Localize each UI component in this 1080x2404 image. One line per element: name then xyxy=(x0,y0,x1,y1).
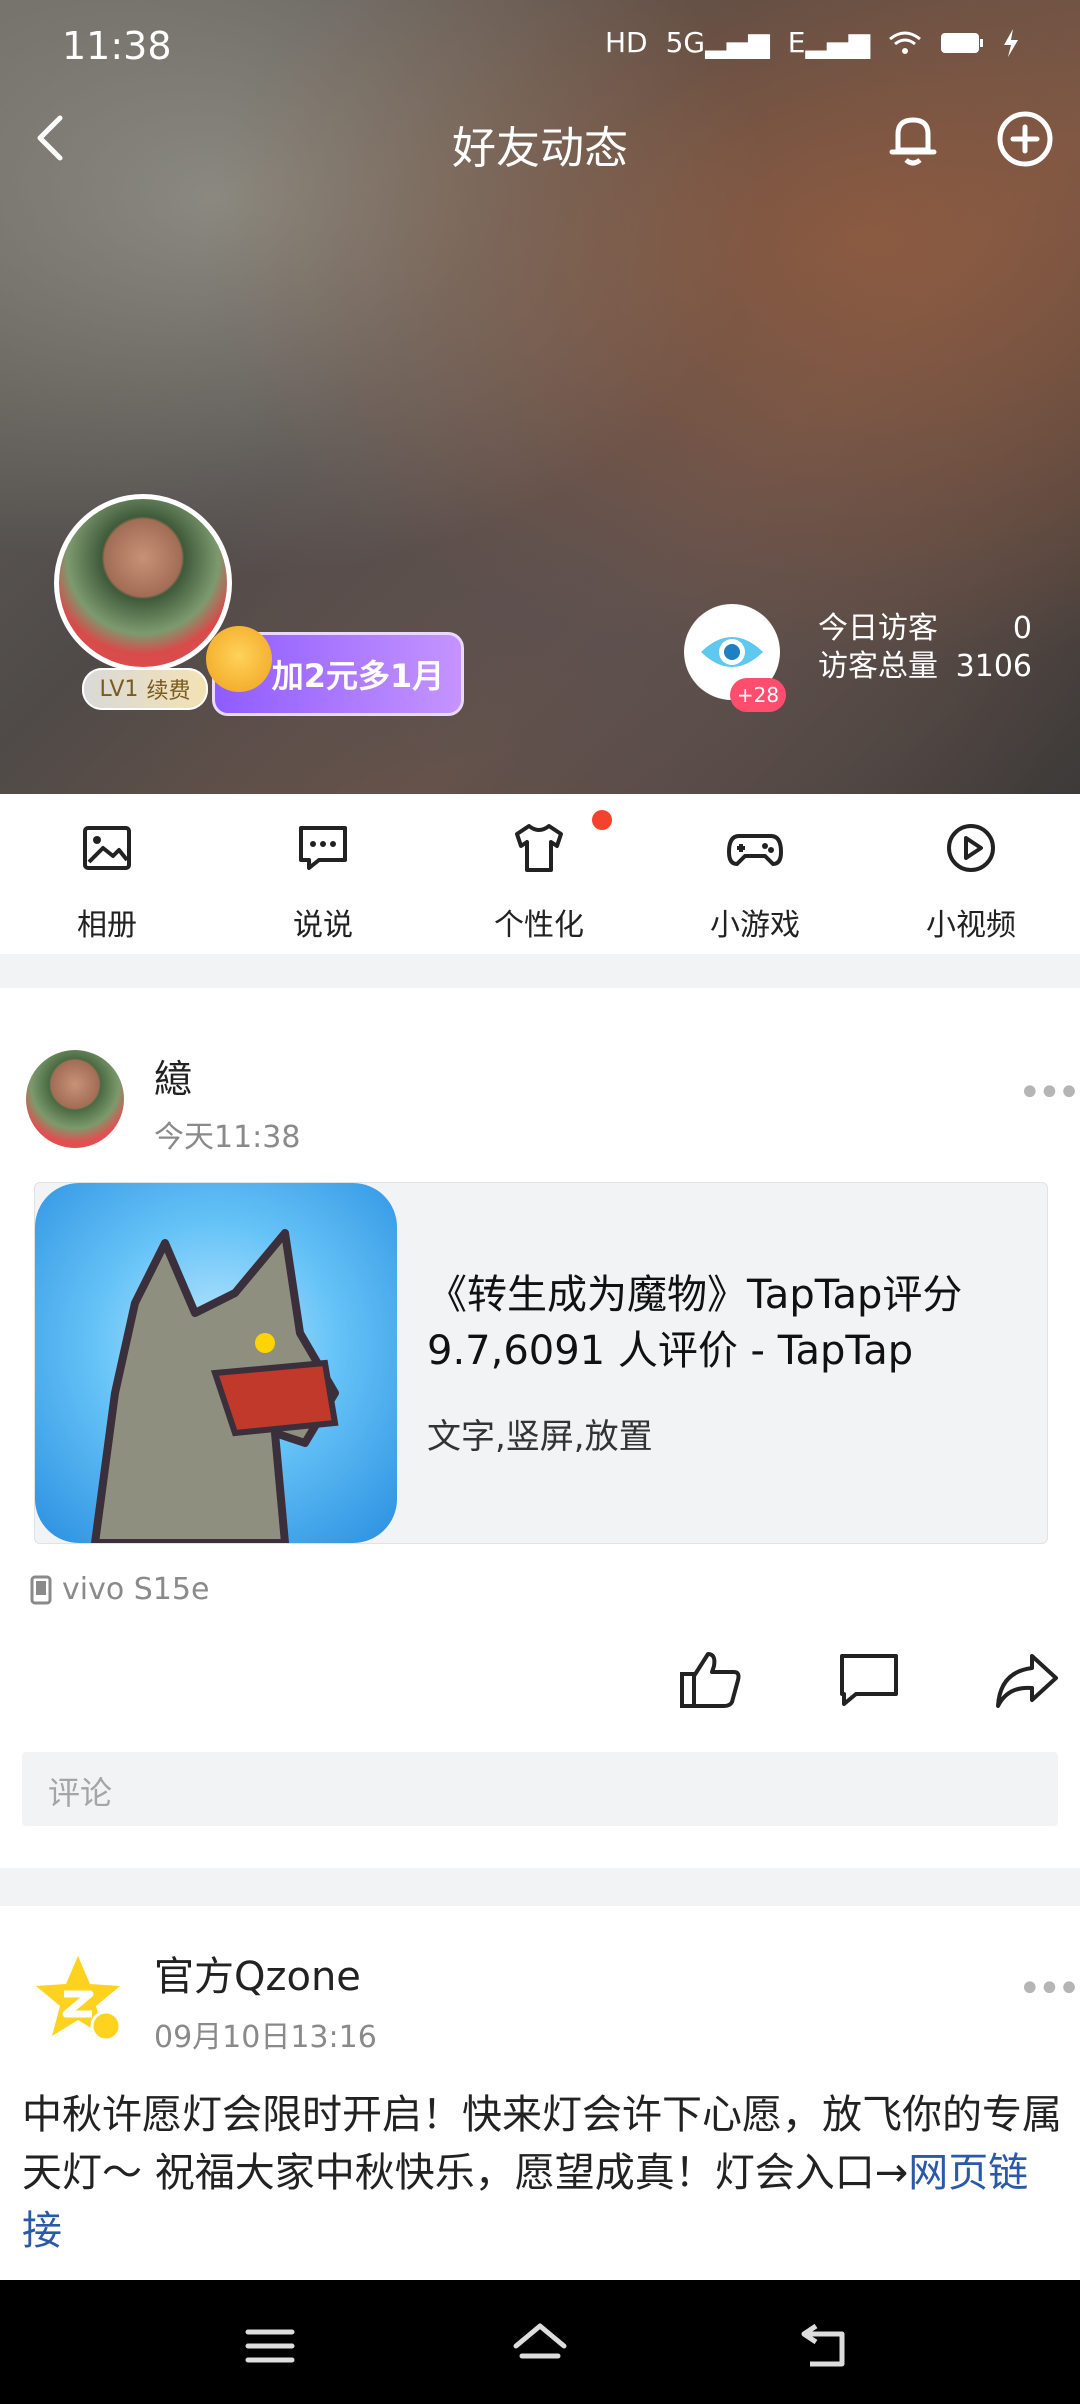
tshirt-icon xyxy=(515,824,563,872)
today-visitors-label: 今日访客 xyxy=(818,611,938,646)
hd-icon: HD xyxy=(604,26,648,59)
new-dot-indicator xyxy=(592,810,612,830)
add-post-button[interactable] xyxy=(990,104,1060,174)
total-visitors-value: 3106 xyxy=(955,649,1032,684)
mascot-icon xyxy=(206,626,272,692)
post-time: 今天11:38 xyxy=(154,1120,301,1155)
quick-nav-label: 个性化 xyxy=(494,908,584,943)
plus-circle-icon xyxy=(997,111,1053,167)
comment-button[interactable] xyxy=(836,1650,902,1710)
menu-button[interactable] xyxy=(240,2316,300,2376)
signal-e-icon: E▂▄▆ xyxy=(787,26,870,59)
thumbs-up-icon xyxy=(680,1652,741,1708)
shared-link-card[interactable]: 《转生成为魔物》TapTap评分9.7,6091 人评价 - TapTap 文字… xyxy=(34,1182,1048,1544)
system-nav-bar xyxy=(0,2280,1080,2404)
home-button[interactable] xyxy=(510,2316,570,2376)
wifi-icon xyxy=(889,31,921,54)
menu-icon xyxy=(245,2329,295,2363)
charging-icon xyxy=(1004,28,1018,57)
total-visitors-label: 访客总量 xyxy=(818,649,938,684)
quick-nav-album[interactable]: 相册 xyxy=(32,818,182,944)
comment-icon xyxy=(840,1654,898,1706)
quick-nav-label: 相册 xyxy=(77,908,137,943)
phone-icon xyxy=(30,1575,52,1604)
share-button[interactable] xyxy=(992,1650,1062,1710)
play-video-icon xyxy=(947,824,995,872)
quick-nav-personalize[interactable]: 个性化 xyxy=(464,818,614,944)
renew-label: 续费 xyxy=(146,679,191,704)
notifications-button[interactable] xyxy=(878,104,948,174)
quick-nav-label: 说说 xyxy=(293,908,353,943)
visitor-stats[interactable]: 今日访客 0 访客总量 3106 xyxy=(818,610,1032,686)
post-author-name[interactable]: 官方Qzone xyxy=(154,1944,361,2002)
post-author-avatar[interactable] xyxy=(26,1050,124,1148)
like-button[interactable] xyxy=(678,1646,744,1712)
battery-icon xyxy=(941,32,983,53)
vip-level-badge[interactable]: LV1 续费 xyxy=(82,668,208,710)
chat-bubble-icon xyxy=(299,826,347,870)
comment-input[interactable]: 评论 xyxy=(22,1752,1058,1826)
quick-nav-bar: 相册 说说 个性化 小游戏 小视频 xyxy=(0,794,1080,954)
eye-icon xyxy=(701,637,763,667)
gamepad-icon xyxy=(727,834,783,866)
return-icon xyxy=(801,2323,845,2367)
shared-card-title: 《转生成为魔物》TapTap评分9.7,6091 人评价 - TapTap xyxy=(427,1272,963,1374)
more-options-button[interactable]: ••• xyxy=(1018,1070,1080,1116)
promo-text: 加2元多1月 xyxy=(271,657,445,695)
quick-nav-label: 小视频 xyxy=(926,908,1016,943)
back-nav-button[interactable] xyxy=(796,2316,856,2376)
post-time: 09月10日13:16 xyxy=(154,2020,377,2055)
game-thumbnail xyxy=(35,1183,397,1543)
level-label: LV1 xyxy=(99,676,139,702)
post-author-name[interactable]: 繶 xyxy=(154,1048,192,1103)
qzone-avatar[interactable] xyxy=(30,1950,126,2046)
quick-nav-minigames[interactable]: 小游戏 xyxy=(680,818,830,944)
device-source: vivo S15e xyxy=(28,1572,209,1607)
today-visitors-value: 0 xyxy=(1012,611,1032,646)
quick-nav-shuoshuo[interactable]: 说说 xyxy=(248,818,398,944)
werewolf-icon xyxy=(91,1229,339,1543)
qzone-star-icon xyxy=(36,1956,122,2042)
photo-album-icon xyxy=(83,826,131,870)
profile-avatar[interactable] xyxy=(54,494,232,672)
quick-nav-videos[interactable]: 小视频 xyxy=(896,818,1046,944)
bell-icon xyxy=(889,117,937,166)
signal-5g-icon: 5G▂▄▆ xyxy=(665,26,770,59)
comment-placeholder: 评论 xyxy=(48,1774,113,1812)
status-icons: HD 5G▂▄▆ E▂▄▆ xyxy=(605,26,1020,59)
shared-card-tags: 文字,竖屏,放置 xyxy=(427,1417,653,1457)
more-options-button[interactable]: ••• xyxy=(1018,1966,1080,2012)
quick-nav-label: 小游戏 xyxy=(710,908,800,943)
post-body: 中秋许愿灯会限时开启！快来灯会许下心愿，放飞你的专属天灯～ 祝福大家中秋快乐，愿… xyxy=(22,2092,1062,2196)
device-name: vivo S15e xyxy=(62,1572,210,1607)
visitor-count-badge: +28 xyxy=(730,678,786,712)
status-time: 11:38 xyxy=(62,24,172,68)
share-arrow-icon xyxy=(996,1654,1058,1708)
post-text: 中秋许愿灯会限时开启！快来灯会许下心愿，放飞你的专属天灯～ 祝福大家中秋快乐，愿… xyxy=(22,2086,1062,2260)
home-icon xyxy=(513,2323,567,2359)
